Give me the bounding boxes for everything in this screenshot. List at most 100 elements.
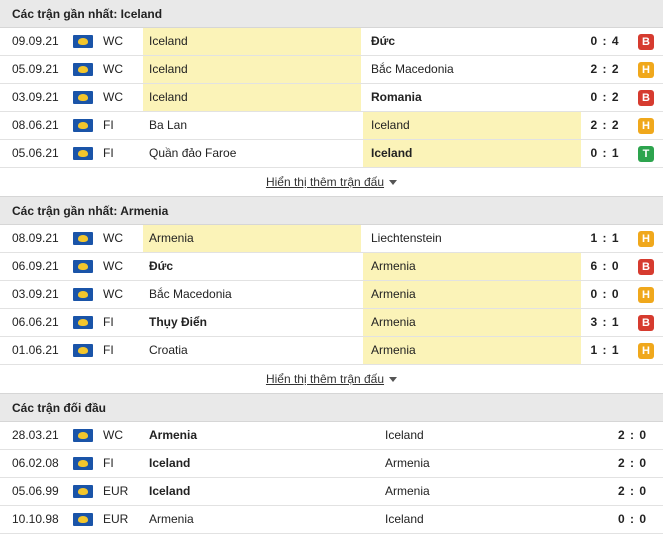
match-date: 10.10.98 [12, 512, 59, 526]
result-badge: H [638, 287, 654, 303]
away-team[interactable]: Iceland [379, 422, 579, 449]
match-date: 09.09.21 [12, 34, 59, 48]
away-team[interactable]: Bắc Macedonia [363, 56, 581, 83]
home-team[interactable]: Armenia [143, 225, 361, 252]
flag-icon [73, 344, 93, 357]
match-score[interactable]: 1 : 1 [585, 337, 625, 364]
match-score[interactable]: 2 : 2 [585, 112, 625, 139]
section-title: Các trận gần nhất: Iceland [0, 0, 663, 28]
section-title: Các trận đối đầu [0, 394, 663, 422]
match-date: 06.09.21 [12, 259, 59, 273]
match-score[interactable]: 0 : 4 [585, 28, 625, 55]
flag-icon [73, 119, 93, 132]
match-score[interactable]: 2 : 0 [610, 450, 655, 477]
home-team[interactable]: Armenia [143, 422, 379, 449]
match-history: Các trận gần nhất: Iceland 09.09.21 WC Ice… [0, 0, 663, 534]
caret-down-icon[interactable] [389, 180, 398, 186]
match-row[interactable]: 10.10.98 EUR Armenia Iceland 0 : 0 [0, 506, 663, 534]
competition: EUR [103, 512, 129, 526]
away-team[interactable]: Armenia [363, 309, 581, 336]
home-team[interactable]: Bắc Macedonia [143, 281, 361, 308]
home-team[interactable]: Iceland [143, 56, 361, 83]
flag-icon [73, 147, 93, 160]
match-score[interactable]: 2 : 0 [610, 422, 655, 449]
result-badge: B [638, 259, 654, 275]
match-date: 06.02.08 [12, 456, 59, 470]
home-team[interactable]: Croatia [143, 337, 361, 364]
flag-icon [73, 485, 93, 498]
match-score[interactable]: 2 : 2 [585, 56, 625, 83]
away-team[interactable]: Armenia [363, 337, 581, 364]
match-score[interactable]: 0 : 2 [585, 84, 625, 111]
result-badge: H [638, 62, 654, 78]
show-more: Hiển thị thêm trận đấu [0, 365, 663, 394]
match-score[interactable]: 0 : 0 [585, 281, 625, 308]
home-team[interactable]: Iceland [143, 28, 361, 55]
competition: FI [103, 315, 114, 329]
match-date: 08.09.21 [12, 231, 59, 245]
away-team[interactable]: Iceland [363, 112, 581, 139]
away-team[interactable]: Romania [363, 84, 581, 111]
match-row[interactable]: 09.09.21 WC Iceland Đức 0 : 4 B [0, 28, 663, 56]
match-row[interactable]: 06.09.21 WC Đức Armenia 6 : 0 B [0, 253, 663, 281]
show-more: Hiển thị thêm trận đấu [0, 168, 663, 197]
section-head-to-head: Các trận đối đầu 28.03.21 WC Armenia Icelan… [0, 394, 663, 534]
flag-icon [73, 63, 93, 76]
result-badge: B [638, 90, 654, 106]
competition: FI [103, 456, 114, 470]
show-more-link[interactable]: Hiển thị thêm trận đấu [266, 372, 384, 386]
section-title: Các trận gần nhất: Armenia [0, 197, 663, 225]
match-score[interactable]: 3 : 1 [585, 309, 625, 336]
home-team[interactable]: Iceland [143, 450, 379, 477]
competition: FI [103, 118, 114, 132]
match-score[interactable]: 2 : 0 [610, 478, 655, 505]
match-score[interactable]: 6 : 0 [585, 253, 625, 280]
match-row[interactable]: 05.06.99 EUR Iceland Armenia 2 : 0 [0, 478, 663, 506]
match-date: 08.06.21 [12, 118, 59, 132]
home-team[interactable]: Iceland [143, 478, 379, 505]
result-badge: T [638, 146, 654, 162]
home-team[interactable]: Thụy Điển [143, 309, 361, 336]
match-score[interactable]: 0 : 1 [585, 140, 625, 167]
match-row[interactable]: 03.09.21 WC Iceland Romania 0 : 2 B [0, 84, 663, 112]
away-team[interactable]: Armenia [379, 450, 579, 477]
match-date: 06.06.21 [12, 315, 59, 329]
result-badge: B [638, 315, 654, 331]
home-team[interactable]: Đức [143, 253, 361, 280]
away-team[interactable]: Liechtenstein [363, 225, 581, 252]
match-row[interactable]: 06.06.21 FI Thụy Điển Armenia 3 : 1 B [0, 309, 663, 337]
match-row[interactable]: 03.09.21 WC Bắc Macedonia Armenia 0 : 0 H [0, 281, 663, 309]
section-iceland: Các trận gần nhất: Iceland 09.09.21 WC Ice… [0, 0, 663, 197]
competition: WC [103, 34, 123, 48]
away-team[interactable]: Đức [363, 28, 581, 55]
match-row[interactable]: 05.06.21 FI Quần đảo Faroe Iceland 0 : 1 T [0, 140, 663, 168]
match-date: 01.06.21 [12, 343, 59, 357]
match-score[interactable]: 1 : 1 [585, 225, 625, 252]
away-team[interactable]: Armenia [379, 478, 579, 505]
away-team[interactable]: Armenia [363, 253, 581, 280]
match-date: 05.06.21 [12, 146, 59, 160]
home-team[interactable]: Ba Lan [143, 112, 361, 139]
show-more-link[interactable]: Hiển thị thêm trận đấu [266, 175, 384, 189]
caret-down-icon[interactable] [389, 377, 398, 383]
flag-icon [73, 316, 93, 329]
match-row[interactable]: 28.03.21 WC Armenia Iceland 2 : 0 [0, 422, 663, 450]
away-team[interactable]: Iceland [363, 140, 581, 167]
away-team[interactable]: Iceland [379, 506, 579, 533]
home-team[interactable]: Armenia [143, 506, 379, 533]
match-row[interactable]: 05.09.21 WC Iceland Bắc Macedonia 2 : 2 H [0, 56, 663, 84]
flag-icon [73, 35, 93, 48]
match-row[interactable]: 08.09.21 WC Armenia Liechtenstein 1 : 1 H [0, 225, 663, 253]
match-row[interactable]: 01.06.21 FI Croatia Armenia 1 : 1 H [0, 337, 663, 365]
flag-icon [73, 260, 93, 273]
match-row[interactable]: 08.06.21 FI Ba Lan Iceland 2 : 2 H [0, 112, 663, 140]
away-team[interactable]: Armenia [363, 281, 581, 308]
home-team[interactable]: Iceland [143, 84, 361, 111]
match-row[interactable]: 06.02.08 FI Iceland Armenia 2 : 0 [0, 450, 663, 478]
home-team[interactable]: Quần đảo Faroe [143, 140, 361, 167]
match-date: 05.06.99 [12, 484, 59, 498]
competition: EUR [103, 484, 129, 498]
match-score[interactable]: 0 : 0 [610, 506, 655, 533]
match-date: 03.09.21 [12, 90, 59, 104]
result-badge: H [638, 118, 654, 134]
